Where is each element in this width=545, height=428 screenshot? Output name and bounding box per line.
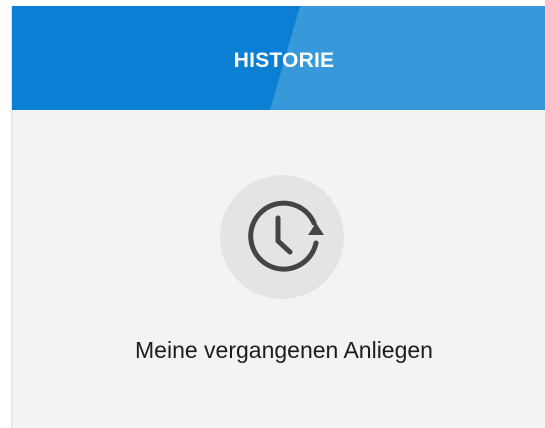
header-title: HISTORIE	[233, 49, 335, 72]
history-label: Meine vergangenen Anliegen	[135, 337, 433, 363]
history-header[interactable]: HISTORIE	[12, 6, 545, 110]
history-icon	[220, 175, 344, 299]
history-card[interactable]: HISTORIE Meine vergangenen Anliegen	[11, 6, 545, 428]
